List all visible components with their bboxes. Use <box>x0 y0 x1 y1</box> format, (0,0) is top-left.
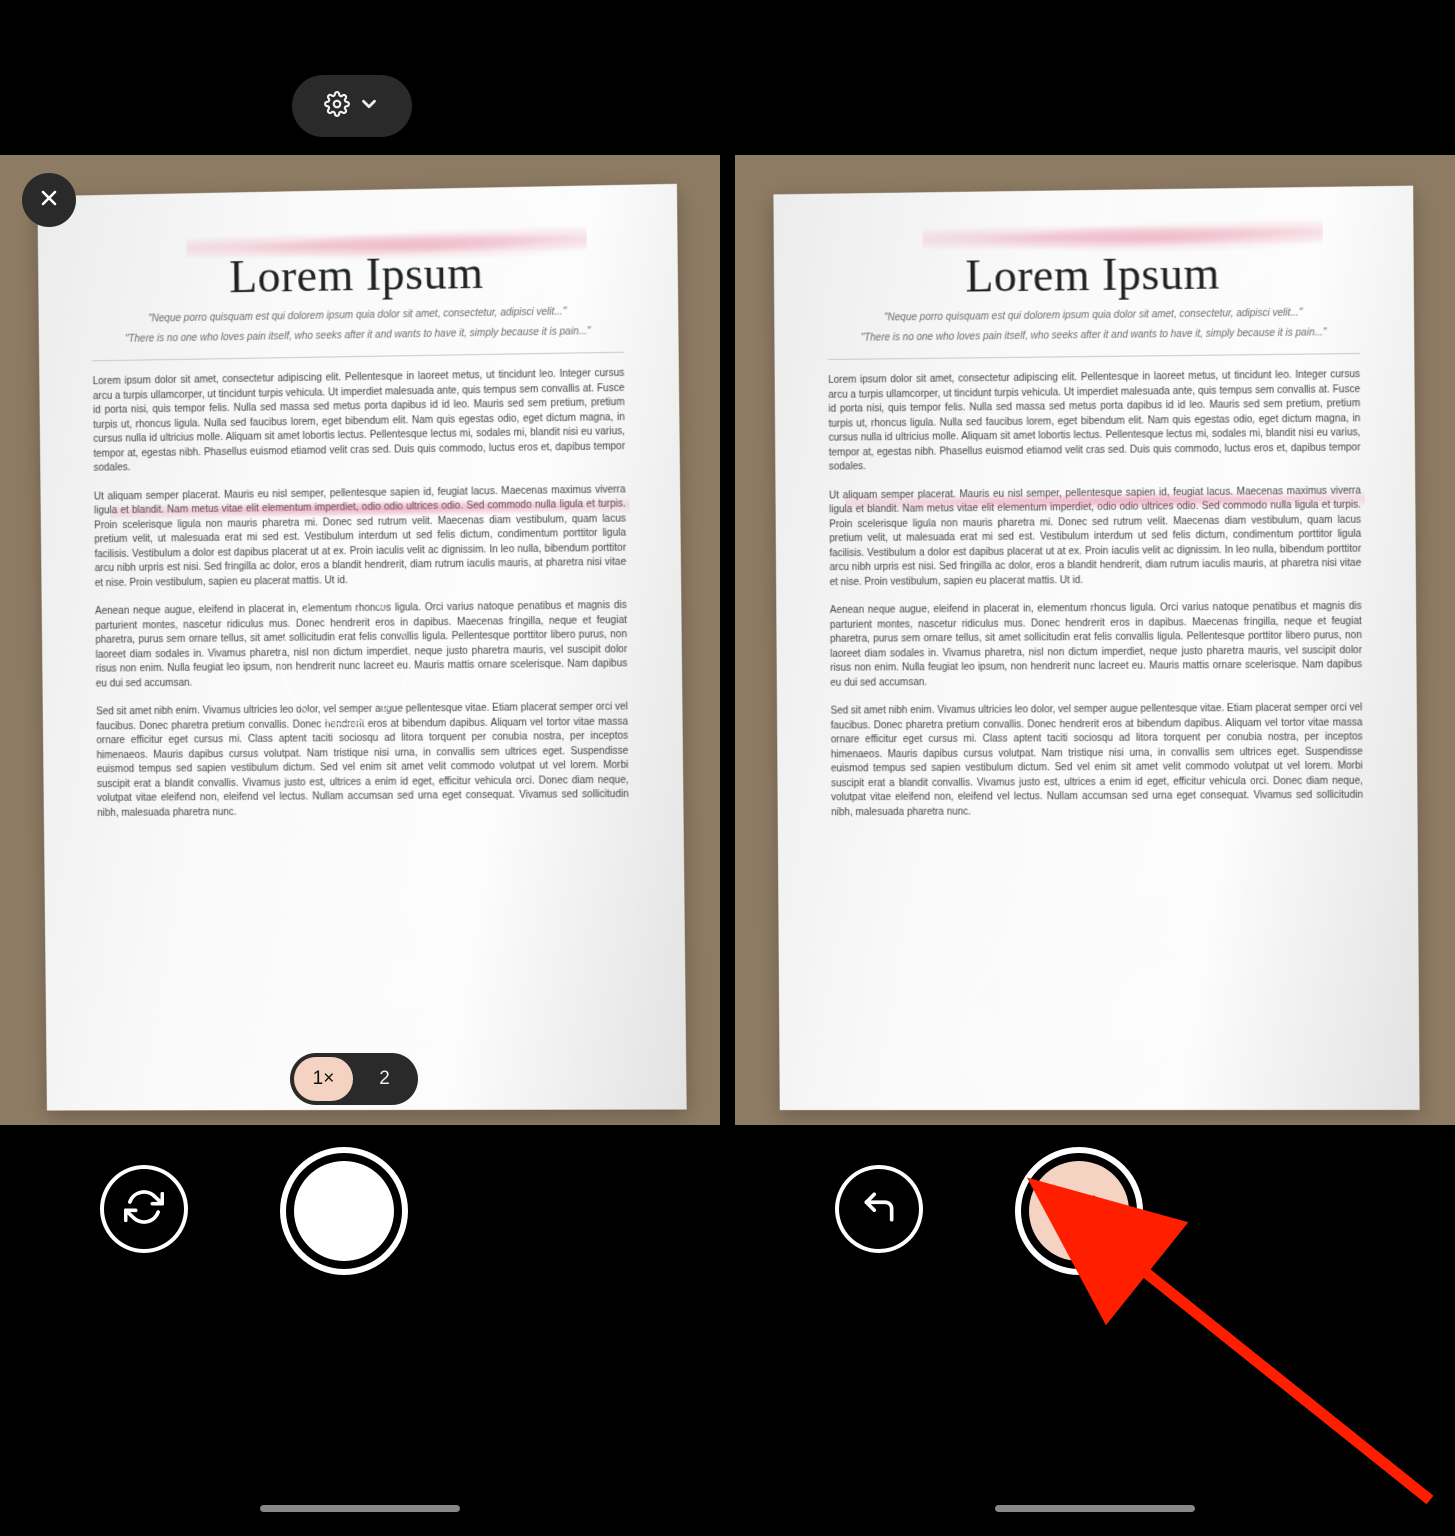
document-paragraph: Lorem ipsum dolor sit amet, consectetur … <box>828 368 1360 475</box>
phone-left-camera: Lorem Ipsum "Neque porro quisquam est qu… <box>0 0 720 1530</box>
document-page: Lorem Ipsum "Neque porro quisquam est qu… <box>773 186 1419 1110</box>
refresh-icon <box>124 1187 164 1232</box>
camera-preview[interactable]: Lorem Ipsum "Neque porro quisquam est qu… <box>0 155 720 1125</box>
screenshot-stage: Lorem Ipsum "Neque porro quisquam est qu… <box>0 0 1455 1536</box>
close-button[interactable] <box>22 173 76 227</box>
zoom-option-1x[interactable]: 1× <box>294 1057 353 1101</box>
document-paragraph: Lorem ipsum dolor sit amet, consectetur … <box>93 367 626 476</box>
document-title: Lorem Ipsum <box>827 245 1359 305</box>
shutter-inner <box>294 1161 394 1261</box>
document-subtitle-1: "Neque porro quisquam est qui dolorem ip… <box>92 304 624 327</box>
camera-topbar <box>0 0 720 155</box>
document-subtitle-2: "There is no one who loves pain itself, … <box>92 324 624 346</box>
settings-pill[interactable] <box>292 75 412 137</box>
shutter-button[interactable] <box>280 1147 408 1275</box>
retake-button[interactable] <box>100 1165 188 1253</box>
undo-button[interactable] <box>835 1165 923 1253</box>
phone-right-review: Lorem Ipsum "Neque porro quisquam est qu… <box>735 0 1455 1530</box>
review-topbar <box>735 0 1455 155</box>
document-page: Lorem Ipsum "Neque porro quisquam est qu… <box>37 184 686 1111</box>
document-subtitle-2: "There is no one who loves pain itself, … <box>828 325 1360 345</box>
review-bottombar <box>735 1125 1455 1530</box>
document-paragraph: Ut aliquam semper placerat. Mauris eu ni… <box>829 484 1362 590</box>
undo-icon <box>860 1188 898 1231</box>
check-icon <box>1057 1187 1101 1236</box>
camera-bottombar <box>0 1125 720 1530</box>
home-indicator[interactable] <box>260 1505 460 1512</box>
document-subtitle-1: "Neque porro quisquam est qui dolorem ip… <box>828 306 1360 326</box>
gear-icon <box>324 91 350 122</box>
zoom-selector[interactable]: 1× 2 <box>290 1053 418 1105</box>
review-preview[interactable]: Lorem Ipsum "Neque porro quisquam est qu… <box>735 155 1455 1125</box>
document-paragraph: Ut aliquam semper placerat. Mauris eu ni… <box>94 483 627 591</box>
chevron-down-icon <box>358 93 380 120</box>
document-paragraph: Sed sit amet nibh enim. Vivamus ultricie… <box>830 701 1363 820</box>
document-title: Lorem Ipsum <box>91 243 623 305</box>
document-divider <box>92 352 624 362</box>
document-paragraph: Aenean neque augue, eleifend in placerat… <box>830 600 1362 691</box>
zoom-option-2x[interactable]: 2 <box>355 1057 414 1101</box>
confirm-button[interactable] <box>1015 1147 1143 1275</box>
close-icon <box>37 186 61 215</box>
document-paragraph: Sed sit amet nibh enim. Vivamus ultricie… <box>96 700 629 820</box>
home-indicator[interactable] <box>995 1505 1195 1512</box>
confirm-inner <box>1029 1161 1129 1261</box>
document-divider <box>828 353 1360 360</box>
document-paragraph: Aenean neque augue, eleifend in placerat… <box>95 599 628 692</box>
